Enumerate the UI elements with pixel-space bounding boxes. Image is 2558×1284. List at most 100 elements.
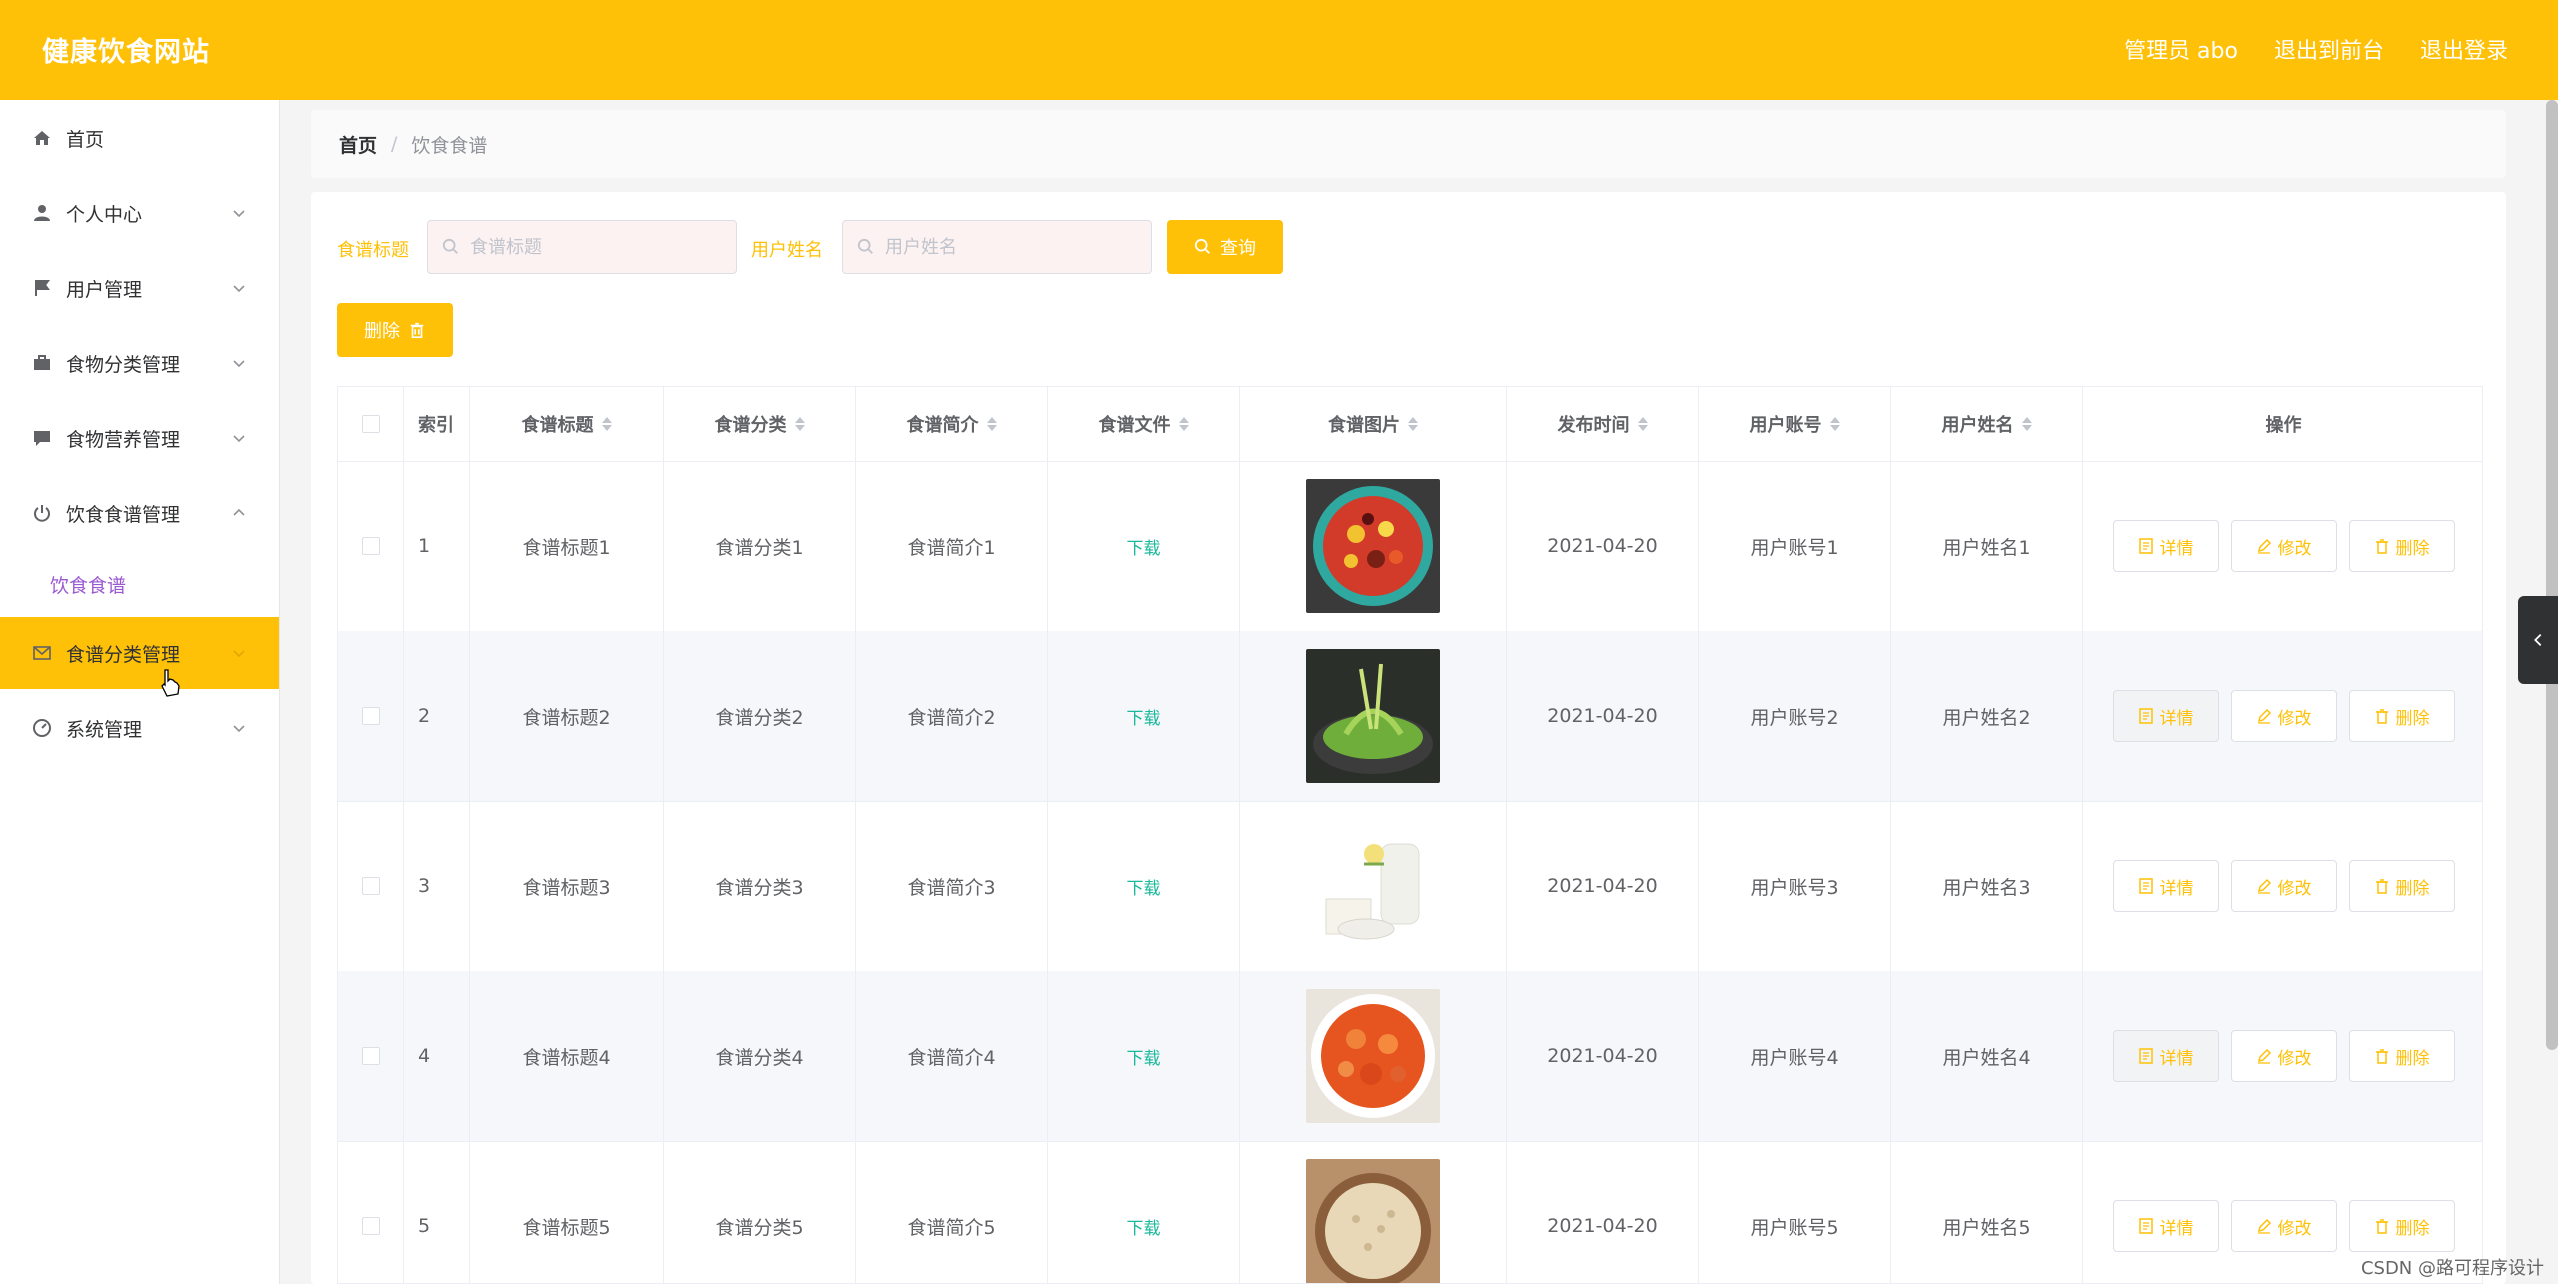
collapse-handle[interactable]	[2518, 596, 2558, 684]
query-button-label: 查询	[1220, 238, 1256, 259]
header-title[interactable]: 食谱标题	[470, 387, 664, 461]
sidebar-item-food-category[interactable]: 食物分类管理	[0, 327, 279, 399]
cell-category: 食谱分类5	[664, 1141, 856, 1283]
header-time[interactable]: 发布时间	[1507, 387, 1699, 461]
header-title-label: 食谱标题	[521, 415, 594, 436]
breadcrumb: 首页 / 饮食食谱	[311, 110, 2506, 178]
sort-icon[interactable]	[794, 417, 805, 431]
flag-icon	[30, 276, 54, 300]
header-links: 管理员 abo 退出到前台 退出登录	[2124, 33, 2508, 65]
cell-actions: 详情 修改 删除	[2083, 801, 2482, 971]
cell-title: 食谱标题3	[470, 801, 664, 971]
download-link[interactable]: 下载	[1127, 1044, 1161, 1069]
sort-icon[interactable]	[1408, 417, 1418, 431]
detail-button[interactable]: 详情	[2112, 520, 2219, 572]
select-all-checkbox[interactable]	[361, 415, 380, 433]
detail-button[interactable]: 详情	[2112, 1030, 2219, 1082]
edit-button[interactable]: 修改	[2230, 690, 2337, 742]
mail-icon	[30, 641, 54, 665]
sort-icon[interactable]	[601, 417, 612, 431]
row-checkbox[interactable]	[361, 707, 380, 725]
detail-button[interactable]: 详情	[2112, 690, 2219, 742]
recipe-title-input[interactable]	[468, 235, 712, 259]
delete-button[interactable]: 删除	[2348, 690, 2455, 742]
row-checkbox[interactable]	[361, 877, 380, 895]
sidebar-item-food-nutrition[interactable]: 食物营养管理	[0, 402, 279, 474]
edit-button[interactable]: 修改	[2230, 860, 2337, 912]
sidebar-item-system-management[interactable]: 系统管理	[0, 692, 279, 764]
header-intro[interactable]: 食谱简介	[856, 387, 1048, 461]
sidebar-item-home[interactable]: 首页	[0, 102, 279, 174]
back-to-frontend-link[interactable]: 退出到前台	[2274, 33, 2384, 65]
delete-label: 删除	[2395, 1218, 2430, 1239]
row-select-cell	[338, 971, 404, 1141]
sidebar-item-diet-recipe[interactable]: 饮食食谱管理	[0, 477, 279, 549]
logout-link[interactable]: 退出登录	[2420, 33, 2508, 65]
download-link[interactable]: 下载	[1127, 704, 1161, 729]
header-category[interactable]: 食谱分类	[664, 387, 856, 461]
recipe-image	[1306, 989, 1440, 1123]
trash-icon	[2375, 709, 2388, 724]
delete-button[interactable]: 删除	[2348, 860, 2455, 912]
header-file[interactable]: 食谱文件	[1048, 387, 1240, 461]
cell-time: 2021-04-20	[1507, 801, 1699, 971]
briefcase-icon	[30, 351, 54, 375]
cell-intro: 食谱简介3	[856, 801, 1048, 971]
header-image-label: 食谱图片	[1328, 415, 1400, 436]
header-name[interactable]: 用户姓名	[1891, 387, 2083, 461]
edit-button[interactable]: 修改	[2230, 1200, 2337, 1252]
sidebar-item-label: 首页	[66, 128, 105, 151]
sidebar-item-user-management[interactable]: 用户管理	[0, 252, 279, 324]
download-link[interactable]: 下载	[1127, 1214, 1161, 1239]
row-checkbox[interactable]	[361, 1047, 380, 1065]
cell-intro: 食谱简介5	[856, 1141, 1048, 1283]
user-name-input[interactable]	[883, 235, 1127, 259]
sidebar-subitem-diet-recipe[interactable]: 饮食食谱	[0, 556, 279, 612]
recipe-image	[1306, 649, 1440, 783]
edit-label: 修改	[2277, 708, 2312, 729]
cell-image	[1240, 631, 1507, 801]
trash-icon	[2375, 1219, 2388, 1234]
cell-file: 下载	[1048, 631, 1240, 801]
batch-delete-button[interactable]: 删除	[337, 303, 453, 357]
download-link[interactable]: 下载	[1127, 534, 1161, 559]
sort-icon[interactable]	[986, 417, 997, 431]
breadcrumb-home[interactable]: 首页	[339, 131, 377, 158]
edit-button[interactable]: 修改	[2230, 520, 2337, 572]
admin-user-link[interactable]: 管理员 abo	[2124, 33, 2238, 65]
vertical-scrollbar[interactable]	[2546, 100, 2558, 1050]
sort-icon[interactable]	[1829, 417, 1840, 431]
user-name-field[interactable]	[842, 220, 1152, 274]
sidebar-item-label: 饮食食谱管理	[66, 503, 181, 526]
cell-title: 食谱标题1	[470, 461, 664, 631]
chevron-down-icon	[233, 435, 245, 443]
delete-button[interactable]: 删除	[2348, 1030, 2455, 1082]
document-icon	[2138, 1218, 2153, 1234]
sort-icon[interactable]	[2021, 417, 2032, 431]
detail-label: 详情	[2159, 708, 2194, 729]
sort-icon[interactable]	[1637, 417, 1648, 431]
cell-name: 用户姓名4	[1891, 971, 2083, 1141]
row-checkbox[interactable]	[361, 1217, 380, 1235]
download-link[interactable]: 下载	[1127, 874, 1161, 899]
header-image[interactable]: 食谱图片	[1240, 387, 1507, 461]
query-button[interactable]: 查询	[1167, 220, 1283, 274]
home-icon	[30, 126, 54, 150]
delete-button[interactable]: 删除	[2348, 520, 2455, 572]
delete-button[interactable]: 删除	[2348, 1200, 2455, 1252]
sort-icon[interactable]	[1178, 417, 1189, 431]
edit-icon	[2257, 538, 2271, 554]
detail-button[interactable]: 详情	[2112, 860, 2219, 912]
cell-account: 用户账号3	[1699, 801, 1891, 971]
sidebar-item-personal-center[interactable]: 个人中心	[0, 177, 279, 249]
header-account[interactable]: 用户账号	[1699, 387, 1891, 461]
row-checkbox[interactable]	[361, 537, 380, 555]
gauge-icon	[30, 716, 54, 740]
edit-button[interactable]: 修改	[2230, 1030, 2337, 1082]
delete-label: 删除	[2395, 878, 2430, 899]
cell-actions: 详情 修改 删除	[2083, 461, 2482, 631]
header-actions: 操作	[2265, 415, 2302, 436]
sidebar-item-recipe-category[interactable]: 食谱分类管理	[0, 617, 279, 689]
detail-button[interactable]: 详情	[2112, 1200, 2219, 1252]
recipe-title-field[interactable]	[427, 220, 737, 274]
